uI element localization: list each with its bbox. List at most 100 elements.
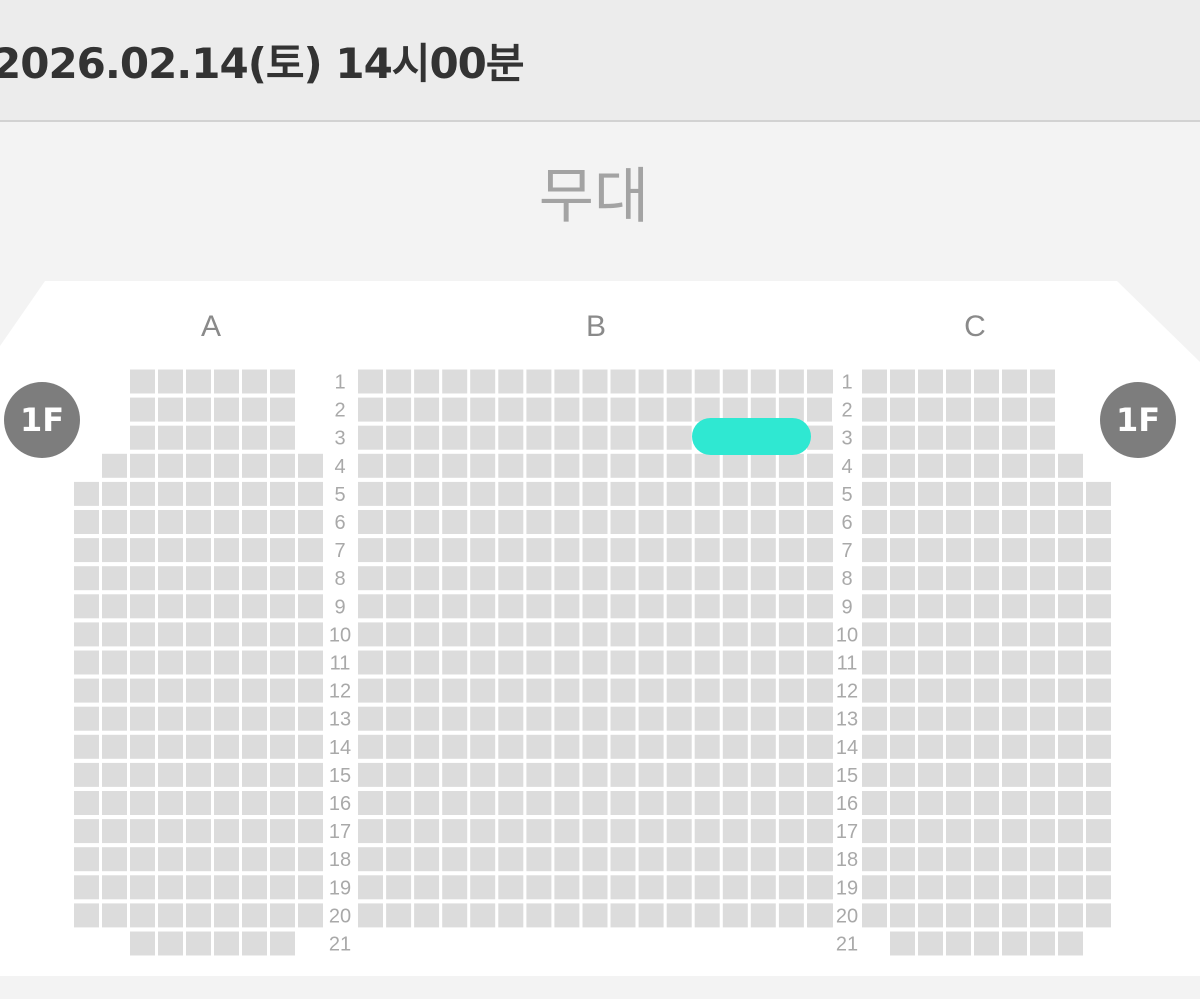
seat-a-20-7[interactable] <box>242 903 267 928</box>
seat-c-11-6[interactable] <box>1002 650 1027 675</box>
seat-c-21-3[interactable] <box>918 931 943 956</box>
seat-b-10-15[interactable] <box>750 622 776 647</box>
seat-a-8-7[interactable] <box>242 566 267 591</box>
seat-c-12-3[interactable] <box>918 678 943 703</box>
seat-c-12-7[interactable] <box>1030 678 1055 703</box>
seat-c-4-6[interactable] <box>1002 453 1027 478</box>
seat-b-6-12[interactable] <box>666 510 692 534</box>
seat-c-10-4[interactable] <box>946 622 971 647</box>
seat-b-3-5[interactable] <box>470 425 496 450</box>
seat-a-4-3[interactable] <box>130 453 155 478</box>
seat-b-17-16[interactable] <box>778 819 804 844</box>
seat-c-14-3[interactable] <box>918 734 943 759</box>
seat-b-19-11[interactable] <box>638 875 664 900</box>
seat-c-1-7[interactable] <box>1030 369 1055 394</box>
seat-b-2-8[interactable] <box>554 397 580 422</box>
seat-b-20-9[interactable] <box>582 903 608 928</box>
seat-b-16-14[interactable] <box>722 791 748 815</box>
seat-a-6-2[interactable] <box>102 510 127 534</box>
seat-b-17-4[interactable] <box>442 819 468 844</box>
seat-b-aisle-7[interactable] <box>808 538 833 563</box>
seat-b-8-4[interactable] <box>442 566 468 591</box>
seat-b-4-13[interactable] <box>694 453 720 478</box>
seat-a-19-1[interactable] <box>74 875 99 900</box>
seat-a-9-2[interactable] <box>102 594 127 619</box>
seat-b-9-12[interactable] <box>666 594 692 619</box>
seat-a-11-3[interactable] <box>130 650 155 675</box>
seat-b-16-13[interactable] <box>694 791 720 815</box>
seat-a-4-8[interactable] <box>270 453 295 478</box>
seat-b-1-7[interactable] <box>526 369 552 394</box>
seat-b-8-12[interactable] <box>666 566 692 591</box>
seat-c-14-9[interactable] <box>1086 734 1111 759</box>
seat-a-18-4[interactable] <box>158 847 183 872</box>
seat-c-6-1[interactable] <box>862 510 887 534</box>
seat-c-3-2[interactable] <box>890 425 915 450</box>
seat-a-1-7[interactable] <box>242 369 267 394</box>
seat-c-3-6[interactable] <box>1002 425 1027 450</box>
seat-b-20-1[interactable] <box>358 903 383 928</box>
seat-b-8-10[interactable] <box>610 566 636 591</box>
seat-a-3-8[interactable] <box>270 425 295 450</box>
seat-c-20-4[interactable] <box>946 903 971 928</box>
seat-a-13-3[interactable] <box>130 706 155 731</box>
seat-b-1-9[interactable] <box>582 369 608 394</box>
seat-b-15-3[interactable] <box>414 762 440 787</box>
seat-b-4-5[interactable] <box>470 453 496 478</box>
seat-b-7-1[interactable] <box>358 538 383 563</box>
seat-c-1-5[interactable] <box>974 369 999 394</box>
seat-a-1-3[interactable] <box>130 369 155 394</box>
seat-c-17-2[interactable] <box>890 819 915 844</box>
seat-c-5-7[interactable] <box>1030 481 1055 506</box>
seat-c-4-3[interactable] <box>918 453 943 478</box>
seat-b-19-6[interactable] <box>498 875 524 900</box>
seat-a-15-4[interactable] <box>158 762 183 787</box>
seat-c-7-7[interactable] <box>1030 538 1055 563</box>
seat-c-16-5[interactable] <box>974 791 999 815</box>
seat-a-4-4[interactable] <box>158 453 183 478</box>
seat-b-4-7[interactable] <box>526 453 552 478</box>
seat-b-10-11[interactable] <box>638 622 664 647</box>
seat-c-15-4[interactable] <box>946 762 971 787</box>
seat-c-15-6[interactable] <box>1002 762 1027 787</box>
seat-b-16-7[interactable] <box>526 791 552 815</box>
seat-b-4-1[interactable] <box>358 453 383 478</box>
seat-a-16-3[interactable] <box>130 791 155 815</box>
seat-b-15-4[interactable] <box>442 762 468 787</box>
seat-c-8-5[interactable] <box>974 566 999 591</box>
seat-b-11-14[interactable] <box>722 650 748 675</box>
seat-b-19-7[interactable] <box>526 875 552 900</box>
seat-b-18-16[interactable] <box>778 847 804 872</box>
seat-a-7-8[interactable] <box>270 538 295 563</box>
seat-a-13-9[interactable] <box>298 706 323 731</box>
seat-b-7-9[interactable] <box>582 538 608 563</box>
seat-c-10-8[interactable] <box>1058 622 1083 647</box>
seat-a-13-5[interactable] <box>186 706 211 731</box>
seat-b-15-13[interactable] <box>694 762 720 787</box>
seat-b-aisle-15[interactable] <box>808 762 833 787</box>
seat-b-10-8[interactable] <box>554 622 580 647</box>
seat-a-2-4[interactable] <box>158 397 183 422</box>
seat-b-8-8[interactable] <box>554 566 580 591</box>
seat-b-20-13[interactable] <box>694 903 720 928</box>
seat-b-8-1[interactable] <box>358 566 383 591</box>
seat-a-7-9[interactable] <box>298 538 323 563</box>
seat-a-11-1[interactable] <box>74 650 99 675</box>
seat-b-1-1[interactable] <box>358 369 383 394</box>
seat-c-8-7[interactable] <box>1030 566 1055 591</box>
seat-b-4-2[interactable] <box>386 453 412 478</box>
seat-c-13-2[interactable] <box>890 706 915 731</box>
seat-c-15-7[interactable] <box>1030 762 1055 787</box>
seat-b-7-2[interactable] <box>386 538 412 563</box>
seat-a-13-2[interactable] <box>102 706 127 731</box>
seat-a-18-2[interactable] <box>102 847 127 872</box>
seat-b-6-5[interactable] <box>470 510 496 534</box>
seat-a-6-8[interactable] <box>270 510 295 534</box>
seat-b-11-15[interactable] <box>750 650 776 675</box>
seat-b-14-16[interactable] <box>778 734 804 759</box>
seat-c-19-7[interactable] <box>1030 875 1055 900</box>
seat-c-1-2[interactable] <box>890 369 915 394</box>
seat-a-10-9[interactable] <box>298 622 323 647</box>
seat-a-11-2[interactable] <box>102 650 127 675</box>
seat-c-17-4[interactable] <box>946 819 971 844</box>
